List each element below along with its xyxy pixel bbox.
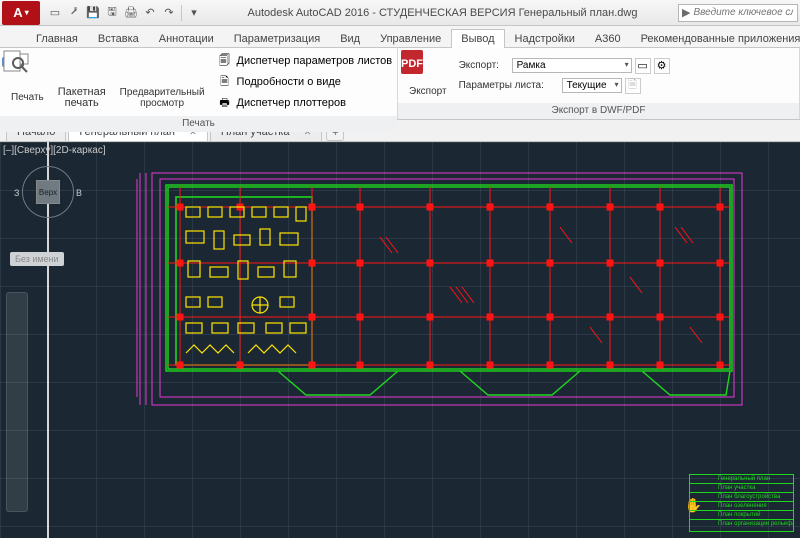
page-setup-icon: 🗐 — [217, 53, 233, 69]
viewcube-face[interactable]: Верх — [36, 180, 60, 204]
navigation-bar[interactable] — [6, 292, 28, 512]
tab-manage[interactable]: Управление — [370, 29, 451, 48]
tab-output[interactable]: Вывод — [451, 29, 504, 48]
search-box[interactable]: ▶ — [678, 4, 798, 22]
print-label: Печать — [11, 92, 44, 103]
page-setup-label: Диспетчер параметров листов — [237, 55, 393, 67]
title-bar: A ▭ ⭷ 💾 🖫 🖨 ↶ ↷ ▾ Autodesk AutoCAD 2016 … — [0, 0, 800, 26]
tb-row: План озеленения — [690, 502, 793, 511]
tb-row: План благоустройства — [690, 493, 793, 502]
ribbon: Печать Пакетнаяпечать Предварительный пр… — [0, 48, 800, 120]
tab-home[interactable]: Главная — [26, 29, 88, 48]
tb-row: План покрытий — [690, 511, 793, 520]
title-block[interactable]: Генеральный план План участка План благо… — [689, 474, 794, 532]
viewcube[interactable]: Верх З В — [18, 162, 78, 222]
panel-print: Печать Пакетнаяпечать Предварительный пр… — [0, 48, 398, 119]
view-details-label: Подробности о виде — [237, 76, 341, 88]
export-type-label: Экспорт: — [459, 60, 509, 71]
tab-view[interactable]: Вид — [330, 29, 370, 48]
batch-printer-icon — [67, 56, 97, 86]
tab-a360[interactable]: A360 — [585, 29, 631, 48]
view-controls-label[interactable]: [–][Сверху][2D-каркас] — [3, 145, 106, 156]
tb-row: План участка — [690, 484, 793, 493]
tb-row: Генеральный план — [690, 475, 793, 484]
tab-annotate[interactable]: Аннотации — [149, 29, 224, 48]
panel-export: PDF Экспорт Экспорт: Рамка ▭ ⚙ Параметры… — [398, 48, 800, 119]
tab-insert[interactable]: Вставка — [88, 29, 149, 48]
panel-export-title: Экспорт в DWF/PDF — [398, 103, 799, 119]
qat-dropdown-icon[interactable]: ▾ — [185, 4, 203, 22]
new-icon[interactable]: ▭ — [46, 4, 64, 22]
view-details-icon: 🗎 — [217, 74, 233, 90]
svg-text:PDF: PDF — [401, 58, 423, 70]
app-menu-button[interactable]: A — [2, 1, 40, 25]
open-icon[interactable]: ⭷ — [65, 4, 83, 22]
sheet-params-dropdown[interactable]: Текущие — [562, 78, 622, 93]
save-icon[interactable]: 💾 — [84, 4, 102, 22]
export-ext1-icon[interactable]: ▭ — [635, 58, 651, 74]
preview-icon — [147, 56, 177, 86]
qat-separator — [181, 5, 182, 21]
sheet-params-label: Параметры листа: — [459, 80, 559, 91]
print-icon[interactable]: 🖨 — [122, 4, 140, 22]
viewcube-w[interactable]: З — [14, 188, 19, 198]
search-play-icon: ▶ — [682, 6, 690, 19]
sheet-ext-icon[interactable]: 🗎 — [625, 78, 641, 94]
ribbon-tabs: Главная Вставка Аннотации Параметризация… — [0, 26, 800, 48]
page-setup-mgr-button[interactable]: 🗐 Диспетчер параметров листов — [213, 51, 397, 71]
sheet-params-row: Параметры листа: Текущие 🗎 — [459, 78, 670, 94]
panel-print-title: Печать — [0, 116, 397, 132]
preview-label: Предварительный просмотр — [120, 87, 205, 109]
drawing-canvas[interactable]: [–][Сверху][2D-каркас] Верх З В Без имен… — [0, 142, 800, 538]
tab-addins[interactable]: Надстройки — [505, 29, 585, 48]
view-details-button[interactable]: 🗎 Подробности о виде — [213, 72, 397, 92]
quick-access-toolbar: ▭ ⭷ 💾 🖫 🖨 ↶ ↷ ▾ — [42, 4, 207, 22]
export-button[interactable]: PDF Экспорт — [402, 52, 454, 100]
export-label: Экспорт — [409, 86, 447, 97]
viewcube-e[interactable]: В — [76, 188, 82, 198]
search-input[interactable] — [693, 7, 793, 18]
tab-featured[interactable]: Рекомендованные приложения — [631, 29, 800, 48]
export-type-dropdown[interactable]: Рамка — [512, 58, 632, 73]
tb-row: План организации рельефа — [690, 520, 793, 529]
drawing-content — [130, 167, 750, 422]
plotter-icon: 🖶 — [217, 95, 233, 111]
batch-print-label: Пакетнаяпечать — [58, 87, 106, 109]
plotter-mgr-label: Диспетчер плоттеров — [237, 97, 346, 109]
plotter-mgr-button[interactable]: 🖶 Диспетчер плоттеров — [213, 93, 397, 113]
pdf-icon: PDF — [413, 55, 443, 85]
window-title: Autodesk AutoCAD 2016 - СТУДЕНЧЕСКАЯ ВЕР… — [207, 7, 678, 19]
redo-icon[interactable]: ↷ — [160, 4, 178, 22]
export-ext2-icon[interactable]: ⚙ — [654, 58, 670, 74]
export-type-row: Экспорт: Рамка ▭ ⚙ — [459, 58, 670, 74]
saveas-icon[interactable]: 🖫 — [103, 4, 121, 22]
preview-button[interactable]: Предварительный просмотр — [113, 50, 212, 114]
undo-icon[interactable]: ↶ — [141, 4, 159, 22]
view-name-tag[interactable]: Без имени — [10, 252, 64, 266]
tab-parametric[interactable]: Параметризация — [224, 29, 330, 48]
batch-print-button[interactable]: Пакетнаяпечать — [51, 50, 113, 114]
